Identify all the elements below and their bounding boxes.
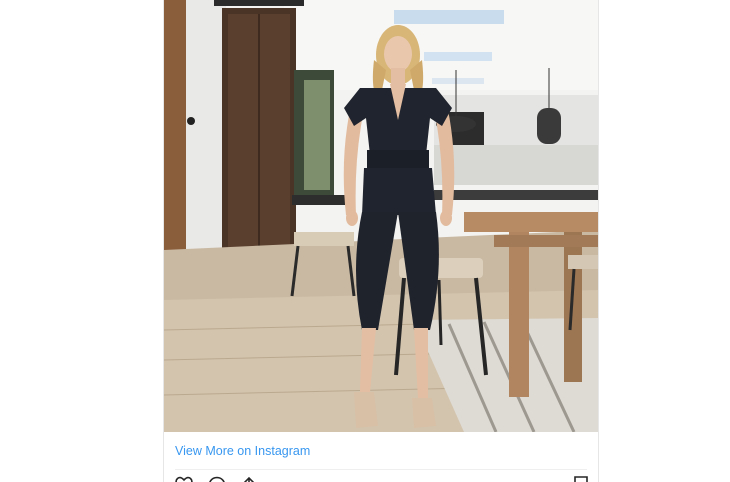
- share-icon[interactable]: [240, 476, 258, 482]
- comment-icon[interactable]: [208, 476, 226, 482]
- instagram-embed: View More on Instagram: [163, 0, 599, 482]
- divider: [175, 469, 587, 470]
- post-photo[interactable]: [164, 0, 598, 432]
- bookmark-icon[interactable]: [572, 476, 590, 482]
- page: View More on Instagram: [0, 0, 730, 482]
- view-more-on-instagram-link[interactable]: View More on Instagram: [175, 444, 310, 458]
- heart-icon[interactable]: [175, 476, 193, 482]
